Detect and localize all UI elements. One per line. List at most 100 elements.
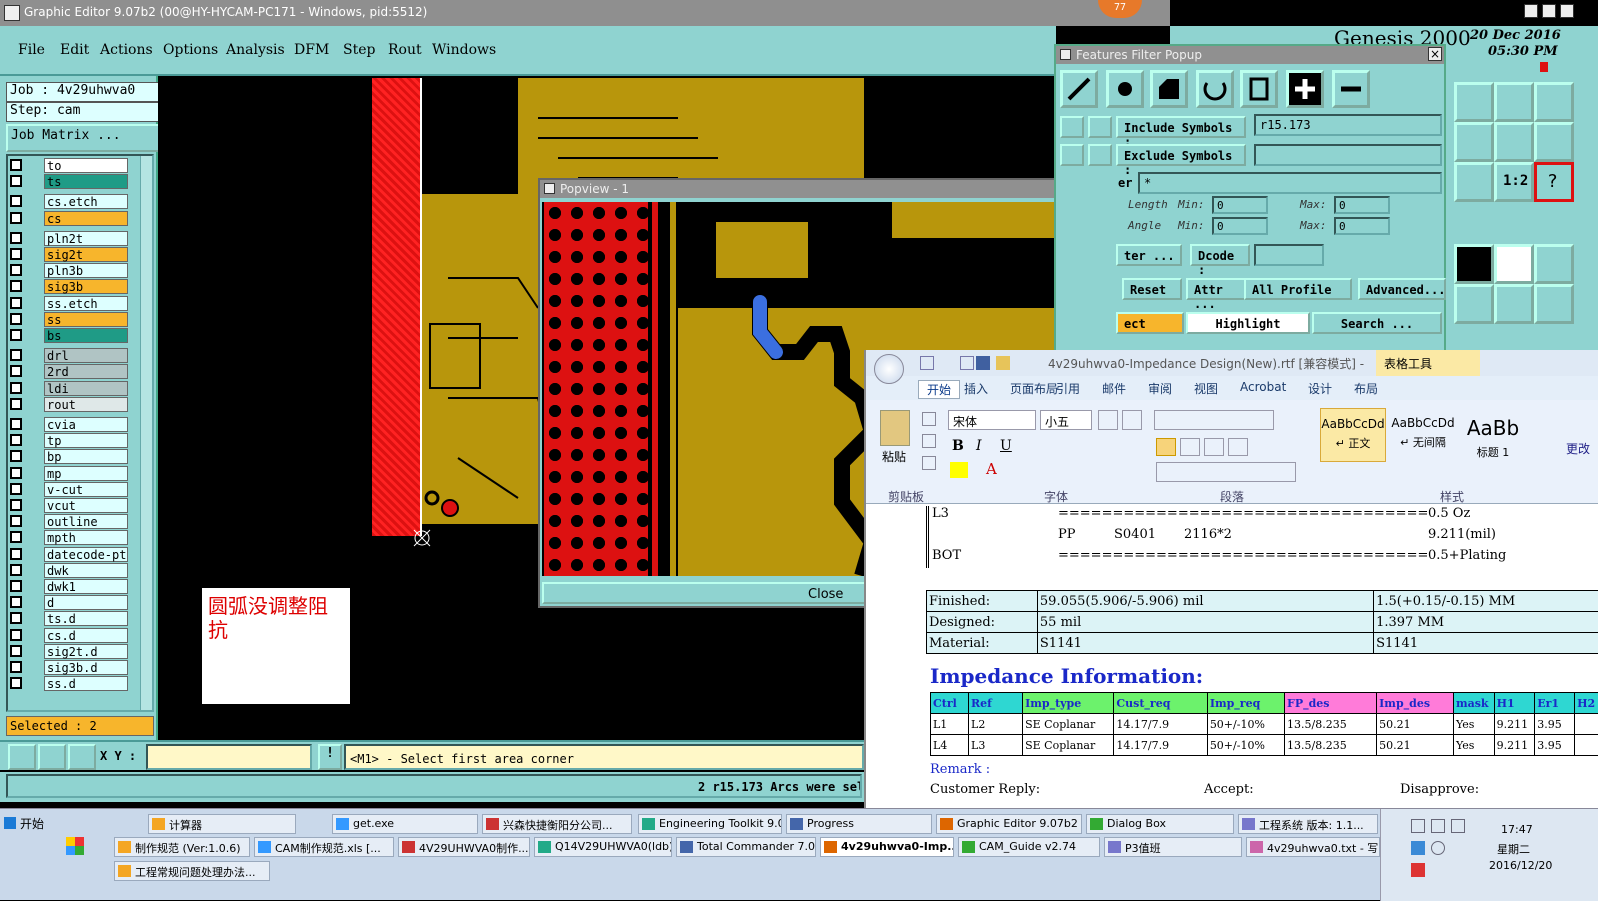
layer-row[interactable]: ts.d [10,611,128,626]
tray-antivirus-icon[interactable] [1411,863,1425,877]
text-type-icon[interactable] [1240,70,1278,108]
layer-checkbox[interactable] [10,280,22,292]
imp-cell[interactable]: L3 [969,735,1023,756]
layer-row[interactable]: mpth [10,530,128,545]
tool-ruler-icon[interactable] [1494,244,1534,284]
tool-step-icon[interactable] [1454,122,1494,162]
imp-cell[interactable] [1575,735,1598,756]
layer-row[interactable]: ss.etch [10,296,128,311]
font-color-icon[interactable]: A [986,460,997,478]
layer-checkbox[interactable] [10,398,22,410]
change-styles-label[interactable]: 更改 [1566,440,1598,457]
layer-checkbox[interactable] [10,175,22,187]
taskbar-button[interactable]: 4V29UHWVA0制作... [398,837,530,857]
line-type-icon[interactable] [1060,70,1098,108]
tool-home-icon[interactable] [1494,82,1534,122]
imp-cell[interactable]: 9.211 [1494,714,1535,735]
undo-icon[interactable] [920,356,934,370]
filter-button[interactable]: ter ... [1116,244,1182,266]
imp-cell[interactable]: 13.5/8.235 [1285,735,1377,756]
minimize-icon[interactable] [1524,4,1538,18]
close-icon[interactable] [1560,4,1574,18]
tool-window-icon[interactable] [1534,82,1574,122]
imp-cell[interactable]: L2 [969,714,1023,735]
layer-checkbox[interactable] [10,661,22,673]
imp-cell[interactable]: 50+/-10% [1207,714,1284,735]
layer-row[interactable]: sig3b [10,279,128,294]
menu-actions[interactable]: Actions [100,42,153,58]
char-border-icon[interactable] [1122,410,1142,430]
layer-checkbox[interactable] [10,677,22,689]
layer-row[interactable]: pln3b [10,263,128,278]
layer-checkbox[interactable] [10,232,22,244]
taskbar-button[interactable]: Dialog Box [1086,814,1234,834]
layer-row[interactable]: mp [10,466,128,481]
taskbar-button[interactable]: Progress [786,814,932,834]
menu-dfm[interactable]: DFM [294,42,329,58]
menu-rout[interactable]: Rout [388,42,422,58]
alert-button[interactable]: ! [318,744,342,770]
justify-icon[interactable] [1228,438,1248,456]
clock-time[interactable]: 17:47 [1501,823,1533,836]
tool-scale-icon[interactable]: 1:2 [1494,162,1534,202]
reset-button[interactable]: Reset [1122,278,1182,300]
tray-keyboard-icon[interactable] [1431,819,1445,833]
include-pick-icon[interactable] [1060,116,1084,138]
redo-icon[interactable] [960,356,974,370]
layer-checkbox[interactable] [10,313,22,325]
dcode-input[interactable] [1254,244,1324,266]
tray-display-icon[interactable] [1451,819,1465,833]
ribbon-tab[interactable]: 视图 [1194,380,1218,397]
layer-row[interactable]: d [10,595,128,610]
layer-row[interactable]: dwk [10,563,128,578]
highlight-color-icon[interactable] [950,462,968,478]
layer-row[interactable]: v-cut [10,482,128,497]
tool-measure-icon[interactable] [1454,244,1494,284]
imp-cell[interactable] [1575,714,1598,735]
layer-checkbox[interactable] [10,248,22,260]
layer-row[interactable]: vcut [10,498,128,513]
plus-icon[interactable] [1286,70,1324,108]
font-name-select[interactable]: 宋体 [948,410,1036,430]
tool-arc-icon[interactable] [1534,284,1574,324]
taskbar-button[interactable]: 工程常规问题处理办法... [114,861,270,881]
layer-row[interactable]: ss.d [10,676,128,691]
menu-file[interactable]: File [18,42,45,58]
minus-icon[interactable] [1332,70,1370,108]
layer-row[interactable]: sig3b.d [10,660,128,675]
tool-pad-icon[interactable] [1534,244,1574,284]
layer-list-scrollbar[interactable] [140,156,152,710]
taskbar-button[interactable]: 制作规范 (Ver:1.0.6) [114,837,250,857]
taskbar-button[interactable]: 4v29uhwva0.txt - 写... [1246,837,1380,857]
layer-row[interactable]: tp [10,433,128,448]
ribbon-tab[interactable]: 审阅 [1148,380,1172,397]
layer-checkbox[interactable] [10,434,22,446]
layer-checkbox[interactable] [10,645,22,657]
xy-input[interactable] [146,744,312,770]
layer-row[interactable]: bs [10,328,128,343]
taskbar-button[interactable]: 兴森快捷衡阳分公司... [482,814,632,834]
paragraph-tools[interactable] [1156,462,1296,482]
highlight-button[interactable]: Highlight [1186,312,1310,334]
ribbon-tab[interactable]: 插入 [964,380,988,397]
layer-row[interactable]: ldi [10,381,128,396]
layer-row[interactable]: sig2t [10,247,128,262]
maximize-icon[interactable] [1542,4,1556,18]
style-tile[interactable]: AaBbCcDd↵ 正文 [1320,408,1386,462]
exclude-pick-icon[interactable] [1060,144,1084,166]
layer-checkbox[interactable] [10,612,22,624]
imp-cell[interactable]: 14.17/7.9 [1114,714,1207,735]
layer-checkbox[interactable] [10,483,22,495]
advanced-button[interactable]: Advanced... [1358,278,1446,300]
layer-row[interactable]: drl [10,348,128,363]
style-tile[interactable]: AaBb标题 1 [1460,408,1526,462]
tool-s-icon[interactable] [1534,122,1574,162]
layer-checkbox[interactable] [10,418,22,430]
imp-cell[interactable]: 3.95 [1535,714,1575,735]
layer-row[interactable]: cs.d [10,628,128,643]
ribbon-tab[interactable]: 布局 [1354,380,1378,397]
tool-swap-icon[interactable] [1494,122,1534,162]
all-profile-select[interactable]: All Profile [1244,278,1352,300]
list-buttons[interactable] [1154,410,1274,430]
document-body[interactable]: Finished:59.055(5.906/-5.906) mil1.5(+0.… [866,504,1598,810]
